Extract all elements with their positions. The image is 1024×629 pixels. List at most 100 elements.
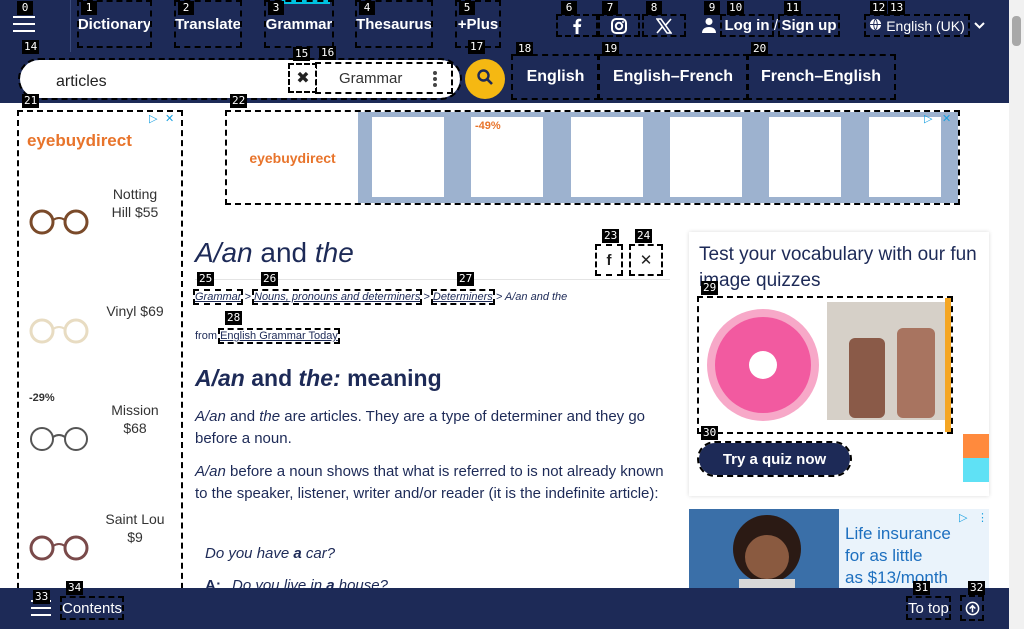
heading-part: and bbox=[244, 365, 299, 391]
glasses-image bbox=[30, 427, 88, 451]
adchoices-icon[interactable]: ▷ bbox=[924, 112, 932, 125]
language-label: English (UK) bbox=[886, 17, 965, 34]
discount-badge: -49% bbox=[475, 120, 501, 132]
try-quiz-button[interactable]: Try a quiz now bbox=[697, 441, 852, 477]
search-input[interactable]: articles bbox=[56, 73, 296, 91]
tab-french-english[interactable]: French–English bbox=[746, 54, 896, 100]
adchoices-icon[interactable]: ▷ bbox=[149, 112, 157, 125]
close-ad-icon[interactable]: ✕ bbox=[165, 112, 174, 125]
chevron-down-icon[interactable] bbox=[972, 16, 986, 35]
ad-brand-logo: eyebuydirect bbox=[27, 131, 132, 150]
annotation-tag: 5 bbox=[459, 1, 475, 15]
bottom-bar: Contents To top bbox=[0, 588, 1009, 629]
nav-divider bbox=[70, 0, 71, 52]
language-selector[interactable]: English (UK) bbox=[864, 14, 970, 37]
annotation-tag: 24 bbox=[635, 229, 653, 243]
breadcrumb-current: > A/an and the bbox=[492, 291, 568, 303]
to-top-button[interactable]: To top bbox=[906, 596, 951, 620]
annotation-tag: 16 bbox=[319, 46, 337, 60]
ad-product-name: Saint Lou $9 bbox=[105, 511, 165, 545]
source-link[interactable]: English Grammar Today bbox=[218, 328, 340, 344]
annotation-tag: 12 bbox=[870, 1, 888, 15]
annotation-tag: 34 bbox=[66, 581, 84, 595]
dictionary-select[interactable]: Grammar bbox=[315, 62, 453, 94]
ad-product-name: Vinyl $69 bbox=[106, 303, 164, 319]
annotation-tag: 20 bbox=[751, 42, 769, 56]
breadcrumb-separator: > bbox=[420, 291, 433, 303]
feedback-widget[interactable] bbox=[963, 434, 989, 458]
breadcrumb-separator: > bbox=[241, 291, 254, 303]
ad-copy: Life insurance for as little as $13/mont… bbox=[845, 523, 975, 589]
discount-badge: -29% bbox=[29, 392, 55, 404]
annotation-tag: 14 bbox=[22, 40, 40, 54]
ad-product-tile bbox=[372, 117, 444, 197]
left-advertisement[interactable]: ▷ ✕ eyebuydirect Notting Hill $55 Vinyl … bbox=[17, 110, 183, 609]
annotation-tag: 8 bbox=[646, 1, 662, 15]
page-title: A/an and the bbox=[195, 237, 354, 269]
ad-line: Life insurance bbox=[845, 524, 951, 543]
text-part: A/an bbox=[195, 408, 226, 425]
share-facebook-button[interactable]: f bbox=[595, 244, 623, 276]
annotation-tag: 22 bbox=[230, 94, 248, 108]
user-icon bbox=[702, 14, 716, 36]
clear-search-button[interactable]: ✖ bbox=[288, 63, 318, 93]
x-twitter-icon[interactable] bbox=[642, 14, 686, 37]
annotation-tag: 23 bbox=[602, 229, 620, 243]
right-advertisement[interactable]: Life insurance for as little as $13/mont… bbox=[689, 509, 989, 599]
annotation-tag: 18 bbox=[516, 42, 534, 56]
glasses-image bbox=[29, 318, 89, 344]
menu-icon[interactable] bbox=[13, 16, 35, 34]
ad-product-tile bbox=[869, 117, 941, 197]
heading-part: the: bbox=[298, 365, 341, 391]
signup-link[interactable]: Sign up bbox=[778, 14, 840, 37]
annotation-tag: 19 bbox=[602, 42, 620, 56]
breadcrumb-grammar[interactable]: Grammar bbox=[192, 289, 244, 305]
text-part: A/an bbox=[195, 463, 226, 480]
share-x-button[interactable]: ✕ bbox=[629, 244, 663, 276]
close-icon: ✖ bbox=[296, 70, 310, 87]
annotation-tag: 3 bbox=[268, 1, 284, 15]
x-twitter-icon: ✕ bbox=[639, 252, 653, 269]
ad-product-name: Notting Hill $55 bbox=[111, 186, 159, 220]
search-button[interactable] bbox=[465, 59, 505, 99]
ad-product-name: Mission $68 bbox=[111, 402, 159, 436]
quiz-image[interactable] bbox=[697, 296, 953, 434]
tab-english[interactable]: English bbox=[511, 54, 600, 100]
login-link[interactable]: Log in bbox=[720, 14, 774, 37]
login-separator: / bbox=[773, 17, 779, 34]
more-options-icon bbox=[433, 71, 437, 89]
annotation-tag: 21 bbox=[22, 94, 40, 108]
top-advertisement[interactable]: eyebuydirect -49% ▷ ✕ bbox=[225, 110, 960, 205]
annotation-tag: 2 bbox=[178, 1, 194, 15]
title-part: the bbox=[314, 237, 354, 268]
section-heading: A/an and the: meaning bbox=[195, 365, 442, 392]
glasses-image bbox=[29, 209, 89, 235]
facebook-icon: f bbox=[606, 251, 612, 269]
annotation-tag: 6 bbox=[561, 1, 577, 15]
arrow-up-circle-icon[interactable] bbox=[960, 595, 984, 621]
annotation-tag: 11 bbox=[784, 1, 802, 15]
tab-english-french[interactable]: English–French bbox=[597, 54, 749, 100]
annotation-tag: 29 bbox=[701, 281, 719, 295]
contents-button[interactable]: Contents bbox=[59, 596, 125, 620]
close-ad-icon[interactable]: ✕ bbox=[942, 112, 951, 125]
more-options-icon[interactable]: ⋮ bbox=[977, 511, 988, 524]
facebook-icon[interactable] bbox=[556, 14, 598, 37]
heading-part: meaning bbox=[340, 365, 442, 391]
feedback-widget[interactable] bbox=[963, 458, 989, 482]
instagram-icon[interactable] bbox=[598, 14, 640, 37]
text-part: before a noun shows that what is referre… bbox=[195, 463, 664, 502]
annotation-tag: 28 bbox=[225, 311, 243, 325]
breadcrumb: Grammar > Nouns, pronouns and determiner… bbox=[192, 289, 568, 305]
breadcrumb-nouns[interactable]: Nouns, pronouns and determiners bbox=[251, 289, 423, 305]
ad-brand-logo: eyebuydirect bbox=[227, 112, 358, 203]
text-part: car? bbox=[301, 545, 336, 562]
annotation-tag: 30 bbox=[701, 426, 719, 440]
text-part: a bbox=[293, 545, 302, 562]
breadcrumb-determiners[interactable]: Determiners bbox=[430, 289, 495, 305]
vertical-scrollbar[interactable] bbox=[1009, 0, 1024, 629]
quiz-title[interactable]: Test your vocabulary with our fun image … bbox=[699, 242, 979, 294]
adchoices-icon[interactable]: ▷ bbox=[959, 511, 967, 524]
scrollbar-thumb[interactable] bbox=[1012, 16, 1021, 46]
annotation-tag: 1 bbox=[81, 1, 97, 15]
